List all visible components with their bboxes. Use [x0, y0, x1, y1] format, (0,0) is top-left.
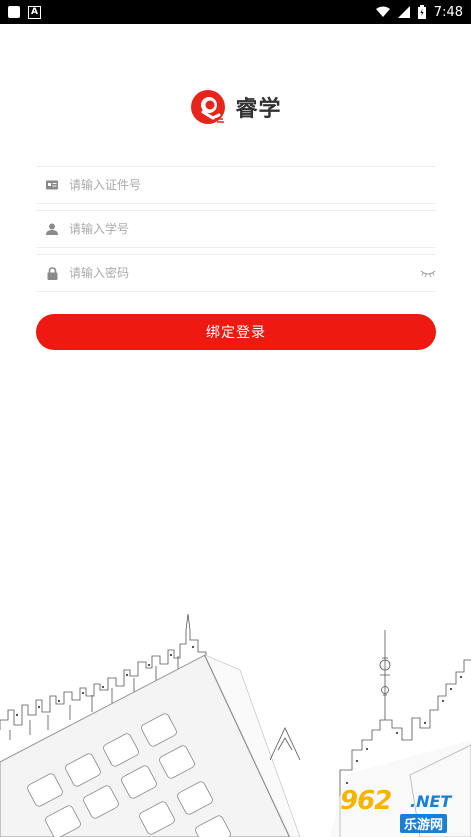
status-right: 7:48 — [375, 4, 463, 20]
bind-login-button[interactable]: 绑定登录 — [36, 314, 436, 350]
password-field — [36, 254, 436, 292]
student-number-field — [36, 210, 436, 248]
password-input[interactable] — [67, 254, 436, 292]
status-left: A — [8, 5, 41, 19]
bind-form — [36, 166, 436, 298]
watermark-number: 962 — [340, 786, 392, 816]
id-card-icon — [45, 180, 59, 190]
app-logo: 睿学 — [0, 88, 471, 126]
site-watermark: 962 .NET 乐游网 — [332, 786, 468, 834]
student-number-input[interactable] — [67, 210, 436, 248]
user-icon — [45, 223, 59, 235]
lock-icon — [45, 266, 59, 280]
wifi-icon — [375, 6, 390, 18]
status-bar: A 7:48 — [0, 0, 471, 24]
battery-icon — [417, 5, 426, 19]
text-a-icon: A — [28, 5, 41, 19]
eye-closed-icon[interactable] — [420, 269, 436, 277]
app-name: 睿学 — [235, 97, 282, 122]
logo-mark-icon — [189, 88, 227, 126]
status-time: 7:48 — [433, 4, 463, 20]
signal-icon — [397, 6, 410, 18]
watermark-suffix: .NET — [410, 792, 452, 811]
watermark-site: 乐游网 — [400, 814, 448, 833]
id-number-field — [36, 166, 436, 204]
notification-square-icon — [8, 6, 20, 18]
id-number-input[interactable] — [67, 166, 436, 204]
